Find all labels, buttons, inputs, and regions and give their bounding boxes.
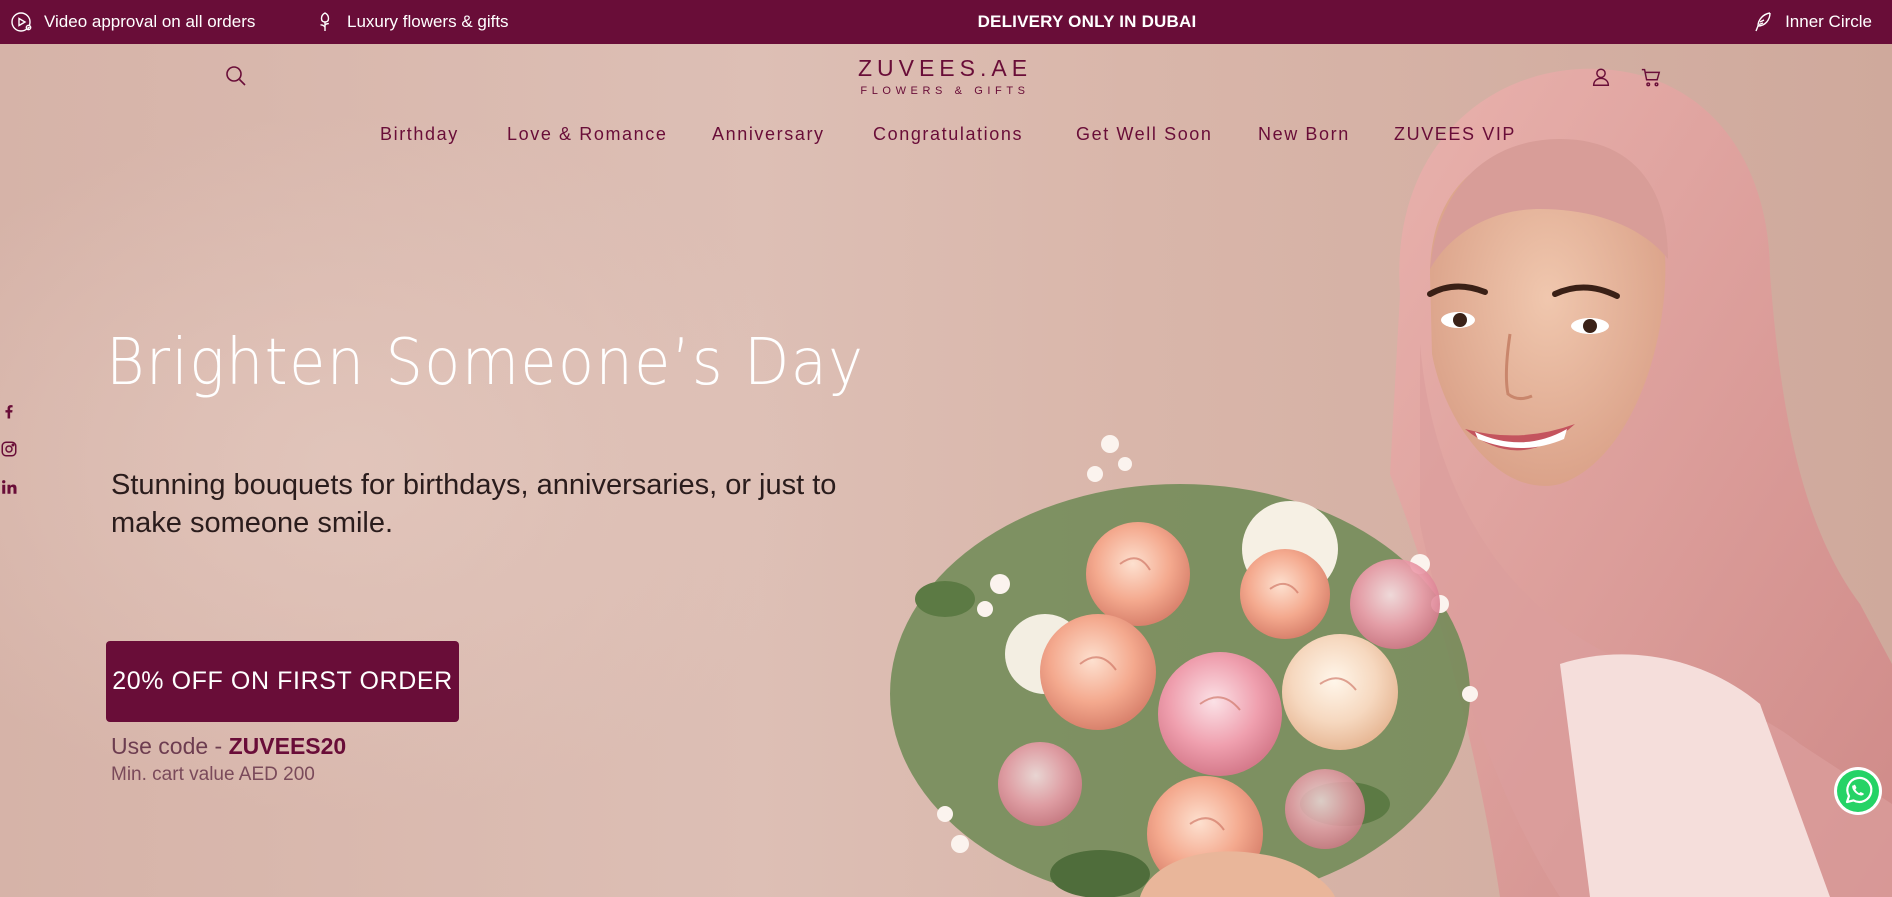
nav-item-zuvees-vip[interactable]: ZUVEES VIP: [1394, 120, 1516, 148]
nav-item-anniversary[interactable]: Anniversary: [712, 120, 825, 148]
logo[interactable]: ZUVEES.AE FLOWERS & GIFTS: [845, 54, 1045, 99]
cart-icon[interactable]: [1639, 66, 1663, 88]
user-icon[interactable]: [1590, 66, 1612, 88]
facebook-icon[interactable]: [0, 402, 18, 420]
instagram-icon[interactable]: [0, 440, 18, 458]
nav-item-get-well-soon[interactable]: Get Well Soon: [1076, 120, 1213, 148]
promo-code: ZUVEES20: [228, 733, 347, 759]
hero-headline: Brighten Someone’s Day: [106, 326, 865, 400]
video-approval-label: Video approval on all orders: [44, 12, 256, 31]
nav-item-congratulations[interactable]: Congratulations: [873, 120, 1023, 148]
inner-circle-link[interactable]: Inner Circle: [1751, 0, 1872, 44]
search-button[interactable]: [224, 64, 248, 88]
feather-icon: [1751, 10, 1775, 34]
promo-code-prefix: Use code -: [111, 733, 229, 759]
nav-item-birthday[interactable]: Birthday: [380, 120, 459, 148]
whatsapp-chat-button[interactable]: [1833, 766, 1883, 816]
hero-subhead: Stunning bouquets for birthdays, anniver…: [111, 469, 837, 539]
luxury-flowers-label: Luxury flowers & gifts: [347, 12, 509, 31]
min-cart-value: Min. cart value AED 200: [111, 764, 315, 785]
inner-circle-label[interactable]: Inner Circle: [1785, 12, 1872, 32]
luxury-flowers-notice: Luxury flowers & gifts: [313, 0, 509, 44]
nav-item-new-born[interactable]: New Born: [1258, 120, 1350, 148]
logo-name: ZUVEES.AE: [857, 55, 1033, 81]
video-approval-notice: Video approval on all orders: [10, 0, 255, 44]
flower-icon: [313, 10, 337, 34]
video-play-icon: [10, 10, 34, 34]
hero-banner: ZUVEES.AE FLOWERS & GIFTS Birthday Love …: [0, 44, 1892, 897]
nav-item-love-romance[interactable]: Love & Romance: [507, 120, 667, 148]
linkedin-icon[interactable]: [0, 478, 18, 496]
first-order-offer-button[interactable]: 20% OFF ON FIRST ORDER: [106, 641, 459, 722]
delivery-notice: DELIVERY ONLY IN DUBAI: [0, 0, 1892, 44]
delivery-label: DELIVERY ONLY IN DUBAI: [977, 12, 1197, 31]
logo-tagline: FLOWERS & GIFTS: [860, 85, 1030, 97]
promo-code-line: Use code - ZUVEES20: [111, 731, 346, 761]
main-nav: Birthday Love & Romance Anniversary Cong…: [0, 120, 1892, 150]
announcement-bar: Video approval on all orders Luxury flow…: [0, 0, 1892, 44]
